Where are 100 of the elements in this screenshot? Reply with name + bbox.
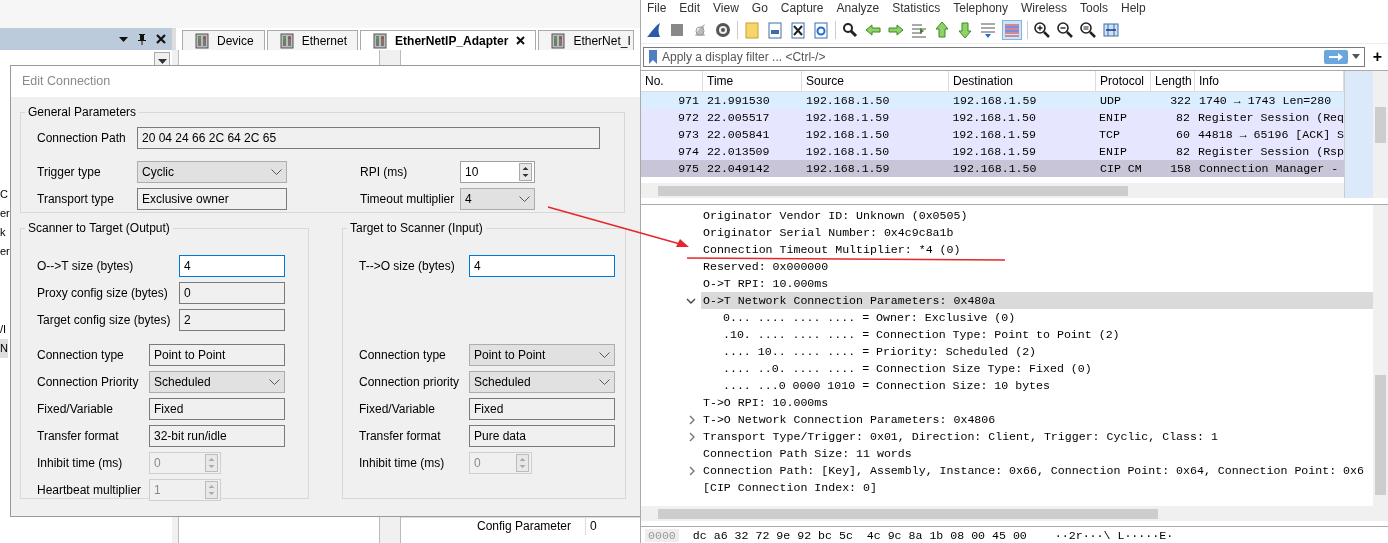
- table-cell-text: 192.168.1.59: [804, 110, 891, 124]
- detail-line[interactable]: Connection Path Size: 11 words: [641, 445, 1373, 462]
- close-icon[interactable]: [156, 34, 166, 44]
- text-field[interactable]: 4: [179, 255, 285, 277]
- text-field[interactable]: 20 04 24 66 2C 64 2C 65: [137, 127, 600, 149]
- chevron-down-icon[interactable]: [686, 298, 696, 304]
- text-field[interactable]: 32-bit run/idle: [149, 425, 285, 447]
- dropdown-arrow-icon[interactable]: [119, 36, 128, 42]
- column-header[interactable]: No.: [641, 70, 703, 91]
- column-header[interactable]: Length: [1151, 70, 1195, 91]
- resize-columns-icon[interactable]: [1102, 20, 1120, 39]
- zoom-out-icon[interactable]: [1056, 20, 1074, 39]
- close-icon[interactable]: [516, 36, 526, 45]
- field-label: Connection type: [359, 348, 447, 362]
- menu-item[interactable]: Telephony: [953, 1, 1008, 16]
- detail-line[interactable]: .10. .... .... .... = Connection Type: Point to Point (2): [641, 326, 1373, 343]
- detail-line[interactable]: Connection Path: [Key], Assembly, Instance: 0x66, Connection Point: 0x64, Connection Point: 0x6: [641, 462, 1373, 479]
- spin-box[interactable]: 10: [460, 161, 535, 183]
- dropdown[interactable]: 4: [460, 188, 535, 210]
- menu-item[interactable]: Tools: [1080, 1, 1108, 16]
- table-cell-text: 82: [1175, 144, 1191, 158]
- display-filter-field[interactable]: Apply a display filter ... <Ctrl-/>: [662, 49, 1320, 64]
- gear-icon[interactable]: [714, 20, 732, 39]
- file-icon[interactable]: [766, 20, 784, 39]
- tree-item[interactable]: er: [0, 242, 10, 261]
- detail-line[interactable]: [CIP Connection Index: 0]: [641, 479, 1373, 496]
- vertical-scrollbar[interactable]: [1373, 205, 1388, 522]
- editor-tab[interactable]: Device: [182, 30, 265, 50]
- filter-bar[interactable]: Apply a display filter ... <Ctrl-/>: [643, 46, 1365, 67]
- detail-line[interactable]: T->O RPI: 10.000ms: [641, 394, 1373, 411]
- arrow-down-icon[interactable]: [956, 20, 974, 39]
- menu-item[interactable]: File: [647, 1, 667, 16]
- detail-line[interactable]: T->O Network Connection Parameters: 0x4806: [641, 411, 1373, 428]
- detail-line[interactable]: .... 10.. .... .... = Priority: Scheduled (2): [641, 343, 1373, 360]
- detail-line[interactable]: Originator Serial Number: 0x4c9c8a1b: [641, 224, 1373, 241]
- column-header[interactable]: Protocol: [1096, 70, 1151, 91]
- detail-line[interactable]: 0... .... .... .... = Owner: Exclusive (0): [641, 309, 1373, 326]
- tree-item[interactable]: /I: [0, 320, 7, 339]
- detail-line[interactable]: Originator Vendor ID: Unknown (0x0505): [641, 207, 1373, 224]
- colorize-icon[interactable]: [1002, 19, 1022, 40]
- search-icon[interactable]: [841, 20, 859, 39]
- dropdown[interactable]: Cyclic: [137, 161, 287, 183]
- chevron-down-icon: [271, 169, 282, 175]
- tree-item[interactable]: er: [0, 204, 10, 223]
- text-field[interactable]: 2: [179, 309, 285, 331]
- menu-item[interactable]: Edit: [679, 1, 701, 16]
- text-field[interactable]: Fixed: [469, 398, 615, 420]
- menu-item[interactable]: Help: [1121, 1, 1146, 16]
- editor-tab[interactable]: EtherNet_I: [538, 30, 634, 50]
- bookmark-icon[interactable]: [648, 49, 658, 64]
- autoscroll-icon[interactable]: [979, 20, 997, 39]
- detail-line[interactable]: O->T RPI: 10.000ms: [641, 275, 1373, 292]
- tree-item[interactable]: C: [0, 185, 8, 204]
- dropdown[interactable]: Point to Point: [469, 344, 615, 366]
- chevron-right-icon[interactable]: [689, 466, 695, 476]
- detail-line[interactable]: Reserved: 0x000000: [641, 258, 1373, 275]
- editor-tab[interactable]: Ethernet: [266, 30, 359, 50]
- dropdown[interactable]: Scheduled: [149, 371, 285, 393]
- table-cell-text: 972: [677, 110, 700, 124]
- editor-tab[interactable]: EtherNetIP_Adapter: [360, 30, 537, 50]
- text-field[interactable]: 0: [179, 282, 285, 304]
- dropdown-arrow-icon[interactable]: [1351, 54, 1360, 60]
- close-file-icon[interactable]: [789, 20, 807, 39]
- column-header[interactable]: Destination: [949, 70, 1096, 91]
- vertical-scrollbar[interactable]: [1373, 70, 1388, 198]
- detail-line[interactable]: .... ...0 0000 1010 = Connection Size: 10 bytes: [641, 377, 1373, 394]
- table-cell-text: 22.005841: [705, 127, 771, 141]
- text-field[interactable]: Pure data: [469, 425, 615, 447]
- menu-item[interactable]: Analyze: [836, 1, 880, 16]
- arrow-up-icon[interactable]: [933, 20, 951, 39]
- dropdown[interactable]: Scheduled: [469, 371, 615, 393]
- horizontal-scrollbar[interactable]: [641, 506, 1373, 522]
- column-header[interactable]: Time: [703, 70, 802, 91]
- zoom-in-icon[interactable]: [1033, 20, 1051, 39]
- pin-icon[interactable]: [138, 33, 146, 45]
- reload-icon[interactable]: [812, 20, 830, 39]
- table-cell-text: 60: [1175, 127, 1191, 141]
- tree-item[interactable]: k: [0, 223, 6, 242]
- text-field[interactable]: 4: [469, 255, 615, 277]
- zoom-reset-icon[interactable]: [1079, 20, 1097, 39]
- column-header[interactable]: Source: [802, 70, 949, 91]
- menu-item[interactable]: Go: [751, 1, 768, 16]
- spin-arrows-icon[interactable]: [519, 163, 532, 181]
- horizontal-scrollbar[interactable]: [641, 183, 1344, 198]
- table-cell-text: 22.049142: [706, 161, 771, 175]
- text-field[interactable]: Point to Point: [149, 344, 285, 366]
- menu-item[interactable]: View: [713, 1, 739, 16]
- tree-item[interactable]: N: [0, 339, 8, 358]
- shark-fin-icon[interactable]: [645, 20, 663, 39]
- menu-item[interactable]: Capture: [780, 1, 824, 16]
- chevron-down-icon: [599, 352, 610, 358]
- add-filter-button[interactable]: +: [1372, 47, 1388, 66]
- tree-item[interactable]: Config Parameter: [401, 518, 585, 535]
- text-field[interactable]: Fixed: [149, 398, 285, 420]
- menu-item[interactable]: Wireless: [1021, 1, 1067, 16]
- detail-line[interactable]: Connection Timeout Multiplier: *4 (0): [641, 241, 1373, 258]
- menu-item[interactable]: Statistics: [892, 1, 941, 16]
- detail-line[interactable]: .... ..0. .... .... = Connection Size Type: Fixed (0): [641, 360, 1373, 377]
- detail-line[interactable]: Transport Type/Trigger: 0x01, Direction: Client, Trigger: Cyclic, Class: 1: [641, 428, 1373, 445]
- text-field[interactable]: Exclusive owner: [137, 188, 287, 210]
